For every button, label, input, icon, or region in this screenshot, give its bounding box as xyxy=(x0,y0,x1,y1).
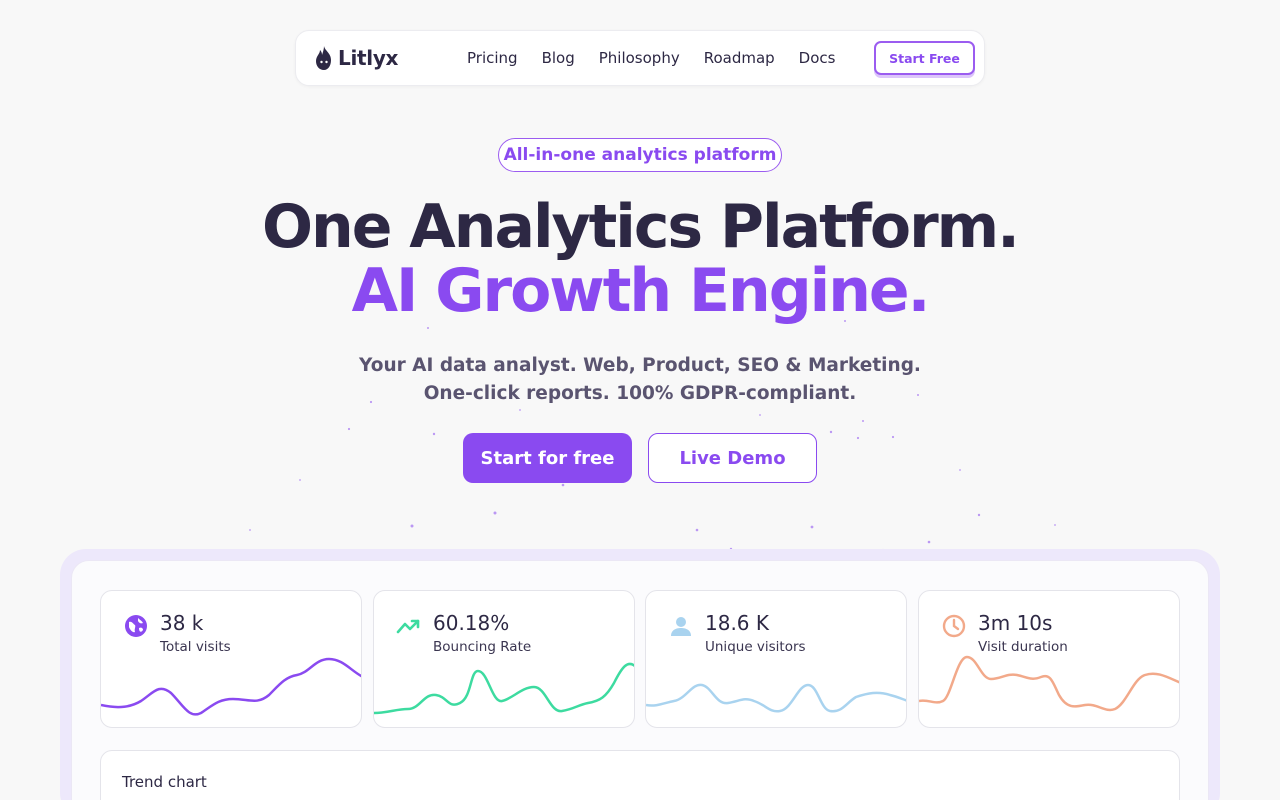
sparkline-total-visits xyxy=(101,657,361,716)
stat-value: 60.18% xyxy=(433,611,510,635)
hero-title: One Analytics Platform. AI Growth Engine… xyxy=(0,195,1280,323)
stat-card-visit-duration: 3m 10s Visit duration xyxy=(918,590,1180,728)
nav-link-blog[interactable]: Blog xyxy=(542,49,575,67)
stat-card-unique-visitors: 18.6 K Unique visitors xyxy=(645,590,907,728)
sparkline-visit-duration xyxy=(919,655,1179,712)
logo[interactable]: Litlyx xyxy=(314,45,398,71)
nav-link-philosophy[interactable]: Philosophy xyxy=(599,49,680,67)
flame-logo-icon xyxy=(316,46,331,70)
nav-link-roadmap[interactable]: Roadmap xyxy=(704,49,775,67)
stat-card-bouncing-rate: 60.18% Bouncing Rate xyxy=(373,590,635,728)
trend-chart-card: Trend chart xyxy=(100,750,1180,800)
clock-icon xyxy=(942,614,966,638)
trending-up-icon xyxy=(396,619,420,634)
hero-subtitle: Your AI data analyst. Web, Product, SEO … xyxy=(359,355,921,404)
nav-link-docs[interactable]: Docs xyxy=(799,49,836,67)
sparkline-bouncing-rate xyxy=(374,662,634,715)
stat-card-total-visits: 38 k Total visits xyxy=(100,590,362,728)
start-free-button[interactable]: Start Free xyxy=(874,41,975,75)
stat-value: 18.6 K xyxy=(705,611,770,635)
user-icon xyxy=(671,617,691,636)
sparkline-unique-visitors xyxy=(646,683,906,713)
start-for-free-button[interactable]: Start for free xyxy=(463,433,632,483)
stat-value: 38 k xyxy=(160,611,204,635)
hero-badge: All-in-one analytics platform xyxy=(498,138,782,172)
hero-title-line1: One Analytics Platform. xyxy=(262,192,1020,262)
nav-links: Pricing Blog Philosophy Roadmap Docs xyxy=(467,49,835,67)
hero-title-line2: AI Growth Engine. xyxy=(351,256,931,326)
live-demo-button[interactable]: Live Demo xyxy=(648,433,817,483)
globe-icon xyxy=(125,615,147,637)
logo-text: Litlyx xyxy=(338,46,399,70)
landing-page: Litlyx Pricing Blog Philosophy Roadmap D… xyxy=(0,0,1280,800)
nav-link-pricing[interactable]: Pricing xyxy=(467,49,518,67)
top-navbar: Litlyx Pricing Blog Philosophy Roadmap D… xyxy=(295,30,985,86)
stat-value: 3m 10s xyxy=(978,611,1053,635)
trend-chart-title: Trend chart xyxy=(122,773,207,791)
